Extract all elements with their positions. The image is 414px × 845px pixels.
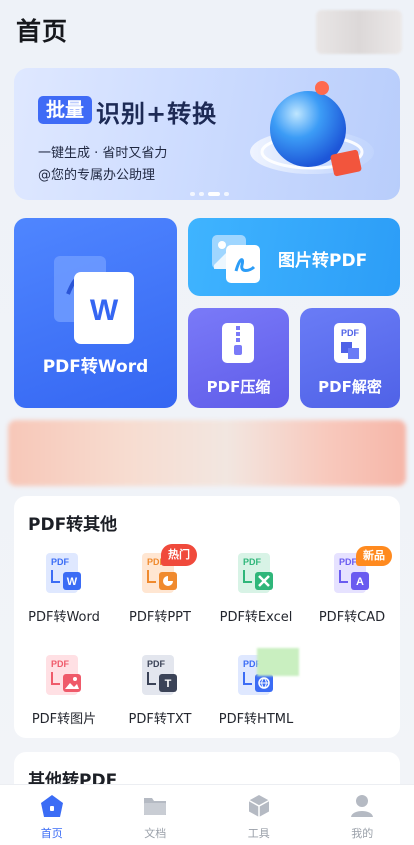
ad-banner-blurred[interactable] bbox=[8, 420, 406, 486]
tile-pdf-decrypt[interactable]: PDF PDF解密 bbox=[300, 308, 400, 408]
tab-label: 首页 bbox=[40, 827, 63, 840]
svg-text:PDF: PDF bbox=[147, 659, 166, 669]
tool-label: PDF转CAD bbox=[318, 610, 386, 625]
pdf-to-txt-icon: PDF T bbox=[142, 655, 177, 695]
section-pdf-to-other: PDF转其他 PDF W PDF转Word PDF 热门 PDF转PPT PDF bbox=[14, 496, 400, 738]
pdf-decrypt-icon: PDF bbox=[334, 323, 366, 363]
banner-tag: 批量 bbox=[38, 96, 93, 124]
tab-documents[interactable]: 文档 bbox=[104, 785, 208, 845]
svg-text:A: A bbox=[356, 576, 364, 588]
pagination-dot[interactable] bbox=[190, 192, 195, 196]
image-pdf-icon bbox=[212, 235, 260, 283]
tab-label: 文档 bbox=[144, 827, 167, 840]
svg-text:PDF: PDF bbox=[243, 557, 262, 567]
toolbox-icon bbox=[248, 795, 270, 817]
tile-pdf-compress[interactable]: PDF压缩 bbox=[188, 308, 289, 408]
header-avatar-blurred[interactable] bbox=[316, 10, 402, 54]
svg-text:W: W bbox=[90, 294, 119, 327]
svg-text:PDF: PDF bbox=[51, 557, 70, 567]
banner-subtitle: 一键生成 · 省时又省力 bbox=[38, 146, 168, 161]
tool-pdf-to-image[interactable]: PDF PDF转图片 bbox=[16, 654, 112, 744]
tab-label: 工具 bbox=[247, 827, 270, 840]
folder-icon bbox=[144, 798, 167, 815]
bottom-tab-bar: 首页 文档 工具 我的 bbox=[0, 784, 414, 845]
tile-pdf-decrypt-label: PDF解密 bbox=[318, 378, 382, 396]
tool-label: PDF转Word bbox=[28, 610, 100, 625]
zip-file-icon bbox=[222, 323, 254, 363]
banner-tagline: @您的专属办公助理 bbox=[38, 168, 156, 183]
tool-label: PDF转TXT bbox=[128, 712, 192, 727]
new-badge: 新品 bbox=[356, 546, 392, 566]
tab-profile[interactable]: 我的 bbox=[311, 785, 414, 845]
banner-sphere-illustration bbox=[250, 81, 374, 177]
tile-pdf-compress-label: PDF压缩 bbox=[206, 378, 271, 396]
tab-label: 我的 bbox=[351, 827, 374, 840]
tile-pdf-to-word[interactable]: W PDF转Word bbox=[14, 218, 177, 408]
overlay-blurred bbox=[257, 648, 299, 676]
svg-text:T: T bbox=[165, 678, 172, 690]
tab-home[interactable]: 首页 bbox=[0, 785, 104, 845]
hot-badge: 热门 bbox=[161, 544, 197, 566]
svg-text:PDF: PDF bbox=[341, 328, 360, 338]
tool-label: PDF转Excel bbox=[219, 610, 293, 625]
tool-label: PDF转PPT bbox=[129, 610, 191, 625]
tool-pdf-to-cad[interactable]: PDF A 新品 PDF转CAD bbox=[304, 546, 400, 642]
tool-pdf-to-txt[interactable]: PDF T PDF转TXT bbox=[112, 654, 208, 744]
pagination-dot[interactable] bbox=[199, 192, 204, 196]
tile-pdf-to-word-label: PDF转Word bbox=[42, 357, 149, 377]
section-title: PDF转其他 bbox=[28, 515, 118, 535]
pdf-to-excel-icon: PDF bbox=[238, 553, 273, 593]
tile-image-to-pdf-label: 图片转PDF bbox=[278, 251, 368, 271]
svg-text:PDF: PDF bbox=[51, 659, 70, 669]
home-icon bbox=[40, 795, 63, 817]
pdf-to-image-icon: PDF bbox=[46, 655, 81, 695]
page-title: 首页 bbox=[16, 17, 69, 46]
svg-text:PDF: PDF bbox=[339, 557, 358, 567]
tool-label: PDF转图片 bbox=[31, 712, 97, 727]
pagination-dot[interactable] bbox=[224, 192, 229, 196]
banner-pagination bbox=[190, 192, 229, 196]
tool-pdf-to-ppt[interactable]: PDF 热门 PDF转PPT bbox=[112, 544, 208, 642]
tool-pdf-to-excel[interactable]: PDF PDF转Excel bbox=[208, 552, 304, 642]
pagination-dot-active[interactable] bbox=[208, 192, 220, 196]
svg-text:W: W bbox=[67, 576, 78, 588]
tool-pdf-to-word[interactable]: PDF W PDF转Word bbox=[16, 552, 112, 642]
promo-banner[interactable]: 批量 识别+转换 一键生成 · 省时又省力 @您的专属办公助理 bbox=[14, 68, 400, 200]
pdf-word-icon: W bbox=[54, 256, 134, 344]
user-icon bbox=[351, 795, 374, 817]
banner-title: 识别+转换 bbox=[96, 100, 218, 128]
header: 首页 bbox=[0, 0, 414, 62]
tab-tools[interactable]: 工具 bbox=[207, 785, 311, 845]
tile-image-to-pdf[interactable]: 图片转PDF bbox=[188, 218, 400, 296]
pdf-to-word-icon: PDF W bbox=[46, 553, 81, 593]
tool-label: PDF转HTML bbox=[218, 712, 294, 727]
